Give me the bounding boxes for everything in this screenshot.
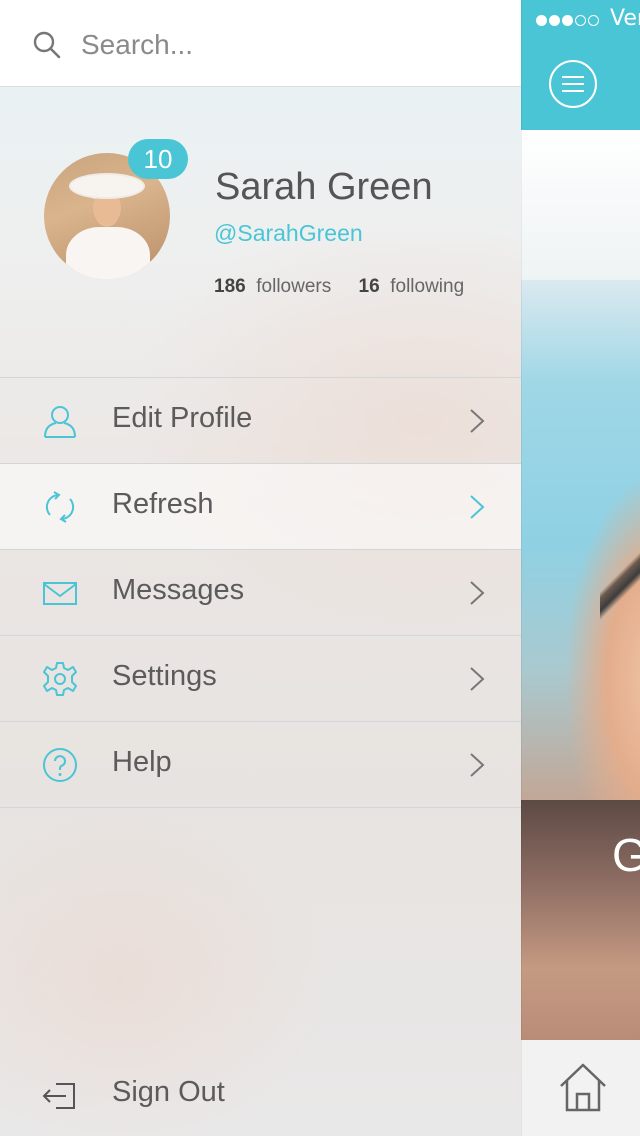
hamburger-menu-button[interactable]: [549, 60, 597, 108]
menu-item-help[interactable]: Help: [0, 722, 521, 808]
following-label[interactable]: following: [390, 276, 464, 297]
following-count[interactable]: 16: [359, 276, 380, 297]
menu-item-refresh[interactable]: Refresh: [0, 464, 521, 550]
gear-icon: [43, 662, 77, 696]
profile-name: Sarah Green: [215, 166, 433, 208]
home-icon[interactable]: [556, 1060, 610, 1114]
followers-count[interactable]: 186: [214, 276, 246, 297]
search-bar: [0, 0, 521, 87]
carrier-name: Ver: [610, 6, 640, 31]
feed-photo-top: [521, 130, 640, 280]
chevron-right-icon: [470, 495, 485, 519]
menu-item-label: Help: [112, 746, 172, 778]
menu-item-label: Messages: [112, 574, 245, 606]
menu-item-settings[interactable]: Settings: [0, 636, 521, 722]
envelope-icon: [43, 582, 77, 605]
followers-label[interactable]: followers: [256, 276, 331, 297]
menu-item-messages[interactable]: Messages: [0, 550, 521, 636]
sign-out-button[interactable]: Sign Out: [0, 1056, 521, 1136]
feed-caption-text: G: [612, 829, 640, 881]
menu-item-label: Edit Profile: [112, 402, 253, 434]
search-input[interactable]: [79, 22, 503, 68]
search-icon: [33, 31, 61, 59]
menu-item-label: Settings: [112, 660, 217, 692]
profile-handle[interactable]: @SarahGreen: [214, 220, 363, 247]
user-icon: [44, 406, 76, 438]
menu-item-label: Refresh: [112, 488, 214, 520]
sign-out-icon: [42, 1083, 75, 1109]
help-icon: [43, 748, 77, 782]
menu-item-edit-profile[interactable]: Edit Profile: [0, 378, 521, 464]
chevron-right-icon: [470, 753, 485, 777]
chevron-right-icon: [470, 409, 485, 433]
notification-badge[interactable]: 10: [128, 139, 188, 179]
drawer-menu: Edit Profile Refresh Messages Settings H…: [0, 377, 521, 808]
sign-out-label: Sign Out: [112, 1076, 225, 1108]
signal-strength-indicator: [536, 10, 599, 30]
chevron-right-icon: [470, 667, 485, 691]
side-drawer: 10 Sarah Green @SarahGreen 186 followers…: [0, 0, 521, 1136]
refresh-icon: [45, 491, 75, 523]
chevron-right-icon: [470, 581, 485, 605]
follow-stats: 186 followers 16 following: [214, 276, 464, 298]
